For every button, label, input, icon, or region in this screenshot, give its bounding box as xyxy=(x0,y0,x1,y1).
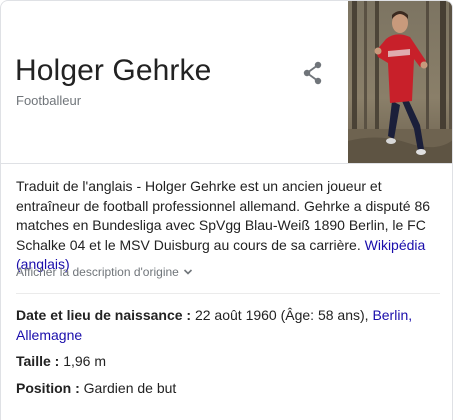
fact-position-value: Gardien de but xyxy=(83,380,177,396)
entity-subtitle: Footballeur xyxy=(16,93,82,108)
player-photo-illustration xyxy=(348,1,452,163)
chevron-down-icon xyxy=(183,269,192,275)
entity-photo[interactable] xyxy=(348,1,452,163)
fact-birth-value: 22 août 1960 (Âge: 58 ans), xyxy=(194,307,369,323)
fact-position-label: Position : xyxy=(16,380,80,396)
share-button[interactable] xyxy=(299,59,327,87)
show-original-description-button[interactable]: Afficher la description d'origine xyxy=(16,265,194,279)
panel-header: Holger Gehrke Footballeur xyxy=(1,1,452,163)
fact-birth: Date et lieu de naissance : 22 août 1960… xyxy=(16,305,441,345)
fact-birth-label: Date et lieu de naissance : xyxy=(16,307,192,323)
entity-title: Holger Gehrke xyxy=(15,54,212,87)
knowledge-panel: Holger Gehrke Footballeur Traduit de l'a… xyxy=(0,0,453,420)
show-original-label: Afficher la description d'origine xyxy=(16,265,179,279)
fact-height-value: 1,96 m xyxy=(63,353,107,369)
fact-position: Position : Gardien de but xyxy=(16,378,441,398)
birth-place-link-country[interactable]: Allemagne xyxy=(16,327,82,343)
fact-height-label: Taille : xyxy=(16,353,60,369)
share-icon xyxy=(303,61,322,85)
facts-divider xyxy=(16,293,440,294)
birth-place-link-city[interactable]: Berlin, xyxy=(372,307,412,323)
entity-description: Traduit de l'anglais - Holger Gehrke est… xyxy=(16,177,441,275)
header-divider xyxy=(1,163,452,164)
fact-height: Taille : 1,96 m xyxy=(16,351,441,371)
